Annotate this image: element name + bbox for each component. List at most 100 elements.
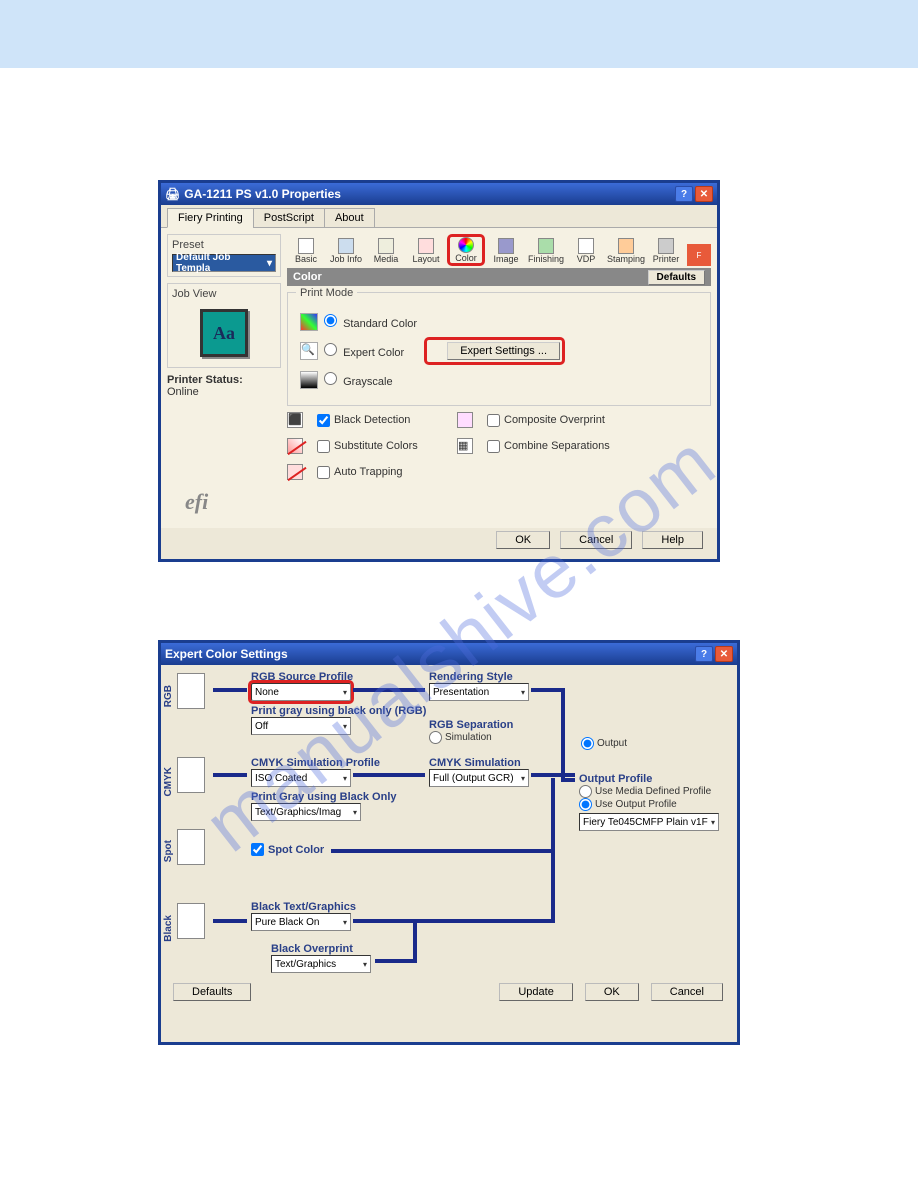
chk-composite-overprint[interactable]: Composite Overprint <box>487 414 647 427</box>
rendering-style-label: Rendering Style <box>429 671 529 683</box>
printer-icon: 🖨 <box>165 187 180 201</box>
cancel-button-2[interactable]: Cancel <box>651 983 723 1001</box>
defaults-button[interactable]: Defaults <box>648 270 705 285</box>
finishing-icon <box>538 238 554 254</box>
radio-simulation[interactable]: Simulation <box>429 731 529 744</box>
tab-fiery-printing[interactable]: Fiery Printing <box>167 208 254 228</box>
radio-media-defined[interactable]: Use Media Defined Profile <box>579 785 719 798</box>
chevron-down-icon: ▾ <box>711 818 715 827</box>
output-profile-dropdown[interactable]: Fiery Te045CMFP Plain v1F▾ <box>579 813 719 831</box>
chk-combine-separations[interactable]: Combine Separations <box>487 440 647 453</box>
spot-doc-icon <box>177 829 205 865</box>
tb-finishing[interactable]: Finishing <box>527 236 565 266</box>
chevron-down-icon: ▾ <box>353 808 357 817</box>
chk-auto-trapping[interactable]: Auto Trapping <box>317 466 457 479</box>
tb-stamping[interactable]: Stamping <box>607 236 645 266</box>
page-banner <box>0 0 918 68</box>
black-text-graphics-label: Black Text/Graphics <box>251 901 356 913</box>
ok-button-2[interactable]: OK <box>585 983 639 1001</box>
toolbar: Basic Job Info Media Layout Color Image … <box>287 232 711 268</box>
rgb-section-label: RGB <box>163 685 174 707</box>
rgb-source-label: RGB Source Profile <box>251 671 426 683</box>
tab-postscript[interactable]: PostScript <box>253 208 325 228</box>
cmyk-simulation-label: CMYK Simulation <box>429 757 529 769</box>
black-overprint-dropdown[interactable]: Text/Graphics▾ <box>271 955 371 973</box>
print-gray-black-dropdown[interactable]: Text/Graphics/Imag ▾ <box>251 803 361 821</box>
close-icon[interactable]: ✕ <box>695 186 713 202</box>
expert-settings-button[interactable]: Expert Settings ... <box>447 342 560 360</box>
composite-overprint-icon <box>457 412 473 428</box>
preset-dropdown[interactable]: Default Job Templa ▾ <box>172 254 276 272</box>
tb-label: Color <box>455 253 477 263</box>
expert-color-dialog: Expert Color Settings ? ✕ RGB RGB Source… <box>158 640 740 1045</box>
tb-label: Media <box>374 254 399 264</box>
chk-black-detection[interactable]: Black Detection <box>317 414 457 427</box>
media-icon <box>378 238 394 254</box>
chk-spot-color[interactable]: Spot Color <box>251 843 324 856</box>
radio-expert-color[interactable]: Expert Color <box>324 343 404 359</box>
help-icon[interactable]: ? <box>695 646 713 662</box>
black-section-label: Black <box>163 915 174 942</box>
radio-grayscale[interactable]: Grayscale <box>324 372 393 388</box>
dd-value: Text/Graphics/Imag <box>255 807 341 818</box>
efi-logo: efi <box>185 489 208 515</box>
cmyk-simulation-dropdown[interactable]: Full (Output GCR)▾ <box>429 769 529 787</box>
cancel-button[interactable]: Cancel <box>560 531 632 549</box>
basic-icon <box>298 238 314 254</box>
tb-layout[interactable]: Layout <box>407 236 445 266</box>
tb-jobinfo[interactable]: Job Info <box>327 236 365 266</box>
properties-dialog: 🖨 GA-1211 PS v1.0 Properties ? ✕ Fiery P… <box>158 180 720 562</box>
rendering-style-dropdown[interactable]: Presentation▾ <box>429 683 529 701</box>
tb-media[interactable]: Media <box>367 236 405 266</box>
flow-line <box>353 919 413 923</box>
substitute-colors-icon <box>287 438 303 454</box>
vdp-icon <box>578 238 594 254</box>
preview-text: Aa <box>213 323 235 344</box>
close-icon[interactable]: ✕ <box>715 646 733 662</box>
flow-line <box>531 688 561 692</box>
combine-separations-icon: ▦ <box>457 438 473 454</box>
help-button[interactable]: Help <box>642 531 703 549</box>
tb-color[interactable]: Color <box>447 234 485 266</box>
cmyk-doc-icon <box>177 757 205 793</box>
chk-label: Black Detection <box>334 414 410 426</box>
help-icon[interactable]: ? <box>675 186 693 202</box>
tb-image[interactable]: Image <box>487 236 525 266</box>
radio-standard-color[interactable]: Standard Color <box>324 314 417 330</box>
flow-line <box>413 919 417 963</box>
cmyk-section-label: CMYK <box>163 767 174 796</box>
chk-substitute-colors[interactable]: Substitute Colors <box>317 440 457 453</box>
ok-button[interactable]: OK <box>496 531 550 549</box>
stamping-icon <box>618 238 634 254</box>
jobinfo-icon <box>338 238 354 254</box>
cmyk-sim-profile-dropdown[interactable]: ISO Coated▾ <box>251 769 351 787</box>
tb-label: Printer <box>653 254 680 264</box>
black-detection-icon: ⬛ <box>287 412 303 428</box>
tab-about[interactable]: About <box>324 208 375 228</box>
radio-output[interactable]: Output <box>581 737 627 750</box>
flow-line <box>551 778 555 853</box>
dd-value: None <box>255 687 279 698</box>
tb-vdp[interactable]: VDP <box>567 236 605 266</box>
tb-label: VDP <box>577 254 596 264</box>
chevron-down-icon: ▾ <box>343 774 347 783</box>
tb-label: Image <box>493 254 518 264</box>
print-gray-rgb-dropdown[interactable]: Off▾ <box>251 717 351 735</box>
section-bar: Color Defaults <box>287 268 711 286</box>
preset-label: Preset <box>172 239 276 251</box>
flow-line <box>213 773 247 777</box>
tb-label: Stamping <box>607 254 645 264</box>
flow-line <box>375 959 415 963</box>
tb-printer[interactable]: Printer <box>647 236 685 266</box>
defaults-button-2[interactable]: Defaults <box>173 983 251 1001</box>
flow-line <box>413 919 553 923</box>
radio-output-profile[interactable]: Use Output Profile <box>579 798 719 811</box>
grayscale-icon <box>300 371 318 389</box>
black-text-graphics-dropdown[interactable]: Pure Black On▾ <box>251 913 351 931</box>
rgb-source-dropdown[interactable]: None▾ <box>251 683 351 701</box>
update-button[interactable]: Update <box>499 983 572 1001</box>
tb-basic[interactable]: Basic <box>287 236 325 266</box>
dialog2-title: Expert Color Settings <box>165 647 288 661</box>
print-gray-rgb-label: Print gray using black only (RGB) <box>251 705 426 717</box>
radio-label: Standard Color <box>343 318 417 330</box>
